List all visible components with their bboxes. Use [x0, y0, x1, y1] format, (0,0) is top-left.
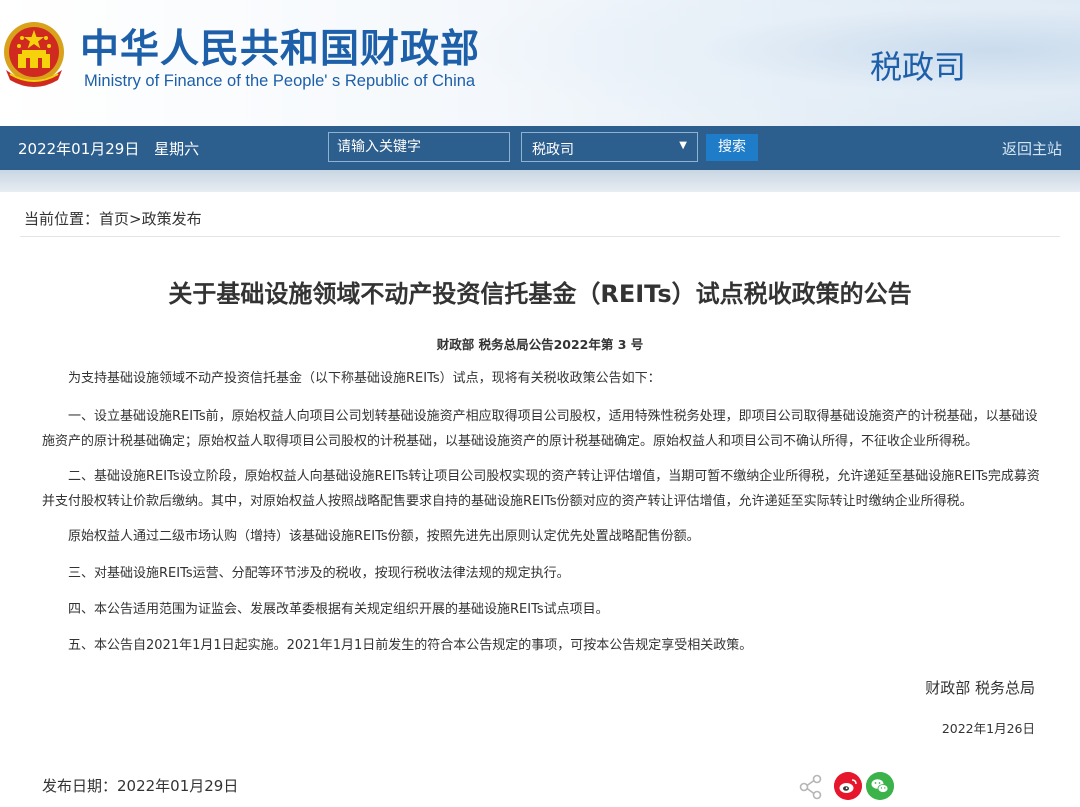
signature-date: 2022年1月26日 [941, 721, 1035, 736]
top-navbar: 2022年01月29日 星期六 税政司 ▼ 搜索 返回主站 [0, 126, 1080, 170]
article-paragraph: 四、本公告适用范围为证监会、发展改革委根据有关规定组织开展的基础设施REITs试… [68, 602, 609, 617]
site-title-cn[interactable]: 中华人民共和国财政部 [80, 18, 480, 74]
date-text: 2022年01月29日 [18, 140, 140, 158]
site-header: 中华人民共和国财政部 Ministry of Finance of the Pe… [0, 0, 1080, 126]
document-number: 财政部 税务总局公告2022年第 3 号 [436, 337, 644, 352]
wechat-icon[interactable] [866, 772, 894, 800]
signature: 财政部 税务总局 [925, 679, 1035, 697]
national-emblem-icon[interactable] [0, 18, 68, 92]
header-decoration [480, 0, 1080, 126]
search-input[interactable] [328, 132, 510, 162]
search-button[interactable]: 搜索 [706, 134, 758, 161]
current-date: 2022年01月29日 星期六 [18, 138, 209, 159]
department-select-value: 税政司 [532, 142, 574, 158]
department-select[interactable]: 税政司 ▼ [521, 132, 698, 162]
dropdown-arrow-icon: ▼ [679, 140, 687, 151]
site-title-en[interactable]: Ministry of Finance of the People' s Rep… [84, 72, 475, 91]
article-paragraph: 五、本公告自2021年1月1日起实施。2021年1月1日前发生的符合本公告规定的… [68, 638, 753, 653]
return-home-link[interactable]: 返回主站 [1002, 138, 1062, 159]
article-paragraph: 原始权益人通过二级市场认购（增持）该基础设施REITs份额，按照先进先出原则认定… [68, 529, 700, 544]
article-title: 关于基础设施领域不动产投资信托基金（REITs）试点税收政策的公告 [168, 280, 912, 308]
weekday-text: 星期六 [154, 140, 200, 158]
article-paragraph: 为支持基础设施领域不动产投资信托基金（以下称基础设施REITs）试点，现将有关税… [68, 371, 661, 386]
article-paragraph: 三、对基础设施REITs运营、分配等环节涉及的税收，按现行税收法律法规的规定执行… [68, 566, 570, 581]
nav-shadow-strip [0, 170, 1080, 192]
article-paragraph: 一、设立基础设施REITs前，原始权益人向项目公司划转基础设施资产相应取得项目公… [42, 409, 1038, 449]
article-paragraph: 二、基础设施REITs设立阶段，原始权益人向基础设施REITs转让项目公司股权实… [42, 469, 1040, 509]
breadcrumb-divider [20, 236, 1060, 237]
publish-date: 发布日期：2022年01月29日 [42, 777, 239, 795]
department-name: 税政司 [870, 48, 967, 86]
share-icon[interactable] [798, 774, 824, 800]
breadcrumb[interactable]: 当前位置：首页>政策发布 [24, 208, 202, 229]
weibo-icon[interactable] [834, 772, 862, 800]
